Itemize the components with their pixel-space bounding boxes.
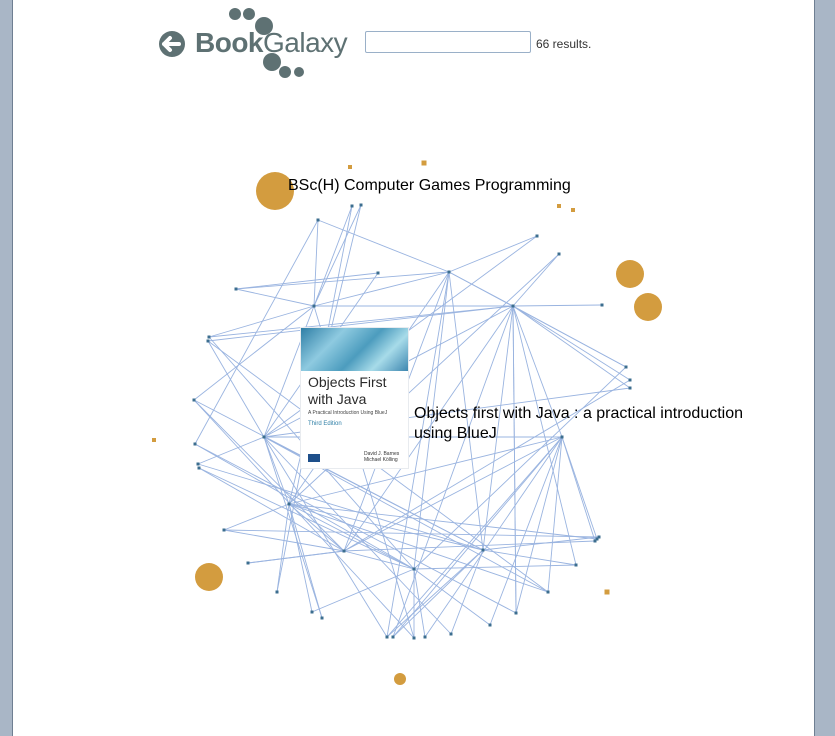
course-node-small[interactable] <box>421 160 427 166</box>
book-node[interactable] <box>385 635 389 639</box>
book-node[interactable] <box>557 252 561 256</box>
book-node[interactable] <box>275 590 279 594</box>
course-node[interactable] <box>394 673 406 685</box>
book-node[interactable] <box>197 466 201 470</box>
cover-title-line2: with Java <box>308 391 367 407</box>
course-node-small[interactable] <box>152 438 156 442</box>
book-node[interactable] <box>628 378 632 382</box>
book-node[interactable] <box>624 365 628 369</box>
book-node[interactable] <box>535 234 539 238</box>
graph-edge <box>448 235 538 273</box>
graph-edge <box>313 219 319 307</box>
book-node[interactable] <box>192 398 196 402</box>
graph-edge <box>413 564 577 570</box>
book-node[interactable] <box>481 548 485 552</box>
book-node[interactable] <box>449 632 453 636</box>
graph-edge <box>276 503 290 593</box>
graph-edge <box>317 219 450 273</box>
book-node[interactable] <box>287 502 291 506</box>
graph-edge <box>288 503 484 551</box>
cover-authors: David J. Barnes Michael Kölling <box>364 451 399 463</box>
graph-edge <box>223 529 600 538</box>
graph-edge <box>311 568 415 613</box>
course-node[interactable] <box>195 563 223 591</box>
publisher-logo <box>308 454 320 462</box>
book-node[interactable] <box>196 462 200 466</box>
cover-title: Objects First with Java <box>308 374 406 408</box>
book-node[interactable] <box>207 335 211 339</box>
book-node[interactable] <box>342 549 346 553</box>
graph-edge <box>392 549 484 638</box>
graph-edge <box>235 288 315 307</box>
graph-edge <box>561 436 598 540</box>
graph-edge <box>247 550 345 564</box>
graph-edge <box>208 305 315 338</box>
book-node[interactable] <box>546 590 550 594</box>
book-node[interactable] <box>359 203 363 207</box>
course-node-small[interactable] <box>557 204 561 208</box>
book-node[interactable] <box>376 271 380 275</box>
book-node[interactable] <box>628 386 632 390</box>
course-node-small[interactable] <box>604 589 610 595</box>
selected-book-cover[interactable]: Objects First with Java A Practical Intr… <box>301 328 408 468</box>
book-node[interactable] <box>246 561 250 565</box>
book-node[interactable] <box>193 442 197 446</box>
graph-edge <box>512 305 631 381</box>
course-node-small[interactable] <box>348 165 352 169</box>
book-node[interactable] <box>412 567 416 571</box>
book-node[interactable] <box>391 635 395 639</box>
course-node-small[interactable] <box>571 208 575 212</box>
book-node[interactable] <box>488 623 492 627</box>
graph-edge <box>392 436 563 638</box>
selected-book-title-line2: using BlueJ <box>414 425 497 442</box>
graph-edge <box>223 503 290 531</box>
graph-edge <box>392 305 514 638</box>
graph-edge <box>489 436 563 626</box>
course-node[interactable] <box>616 260 644 288</box>
cover-title-line1: Objects First <box>308 374 387 390</box>
graph-edge <box>313 204 362 307</box>
graph-edge <box>512 253 560 307</box>
graph-edge <box>288 503 415 570</box>
cover-edition: Third Edition <box>308 421 342 427</box>
group-title: BSc(H) Computer Games Programming <box>288 177 571 194</box>
book-node[interactable] <box>412 636 416 640</box>
graph-edge <box>198 467 415 570</box>
graph-edge <box>512 304 603 307</box>
book-node[interactable] <box>447 270 451 274</box>
book-node[interactable] <box>234 287 238 291</box>
graph-edge <box>413 568 426 638</box>
book-node[interactable] <box>312 304 316 308</box>
book-node[interactable] <box>514 611 518 615</box>
course-node[interactable] <box>634 293 662 321</box>
graph-edge <box>512 305 631 389</box>
cover-subtitle: A Practical Introduction Using BlueJ <box>308 410 388 416</box>
book-node[interactable] <box>320 616 324 620</box>
graph-edge <box>194 443 517 614</box>
cover-art <box>301 328 408 371</box>
book-node[interactable] <box>316 218 320 222</box>
cover-author-2: Michael Kölling <box>364 457 398 463</box>
book-node[interactable] <box>262 435 266 439</box>
book-node[interactable] <box>310 610 314 614</box>
book-node[interactable] <box>574 563 578 567</box>
book-galaxy-graph[interactable] <box>13 0 814 736</box>
book-node[interactable] <box>511 304 515 308</box>
selected-book-title-line1: Objects first with Java : a practical in… <box>414 405 744 422</box>
book-node[interactable] <box>597 535 601 539</box>
graph-edge <box>512 305 627 368</box>
graph-edge <box>235 272 379 290</box>
book-node[interactable] <box>350 204 354 208</box>
book-node[interactable] <box>206 339 210 343</box>
page-container: BookGalaxy 66 results. BSc(H) Computer G… <box>12 0 815 736</box>
book-node[interactable] <box>222 528 226 532</box>
book-node[interactable] <box>423 635 427 639</box>
selected-book-title: Objects first with Java : a practical in… <box>414 404 784 444</box>
book-node[interactable] <box>600 303 604 307</box>
